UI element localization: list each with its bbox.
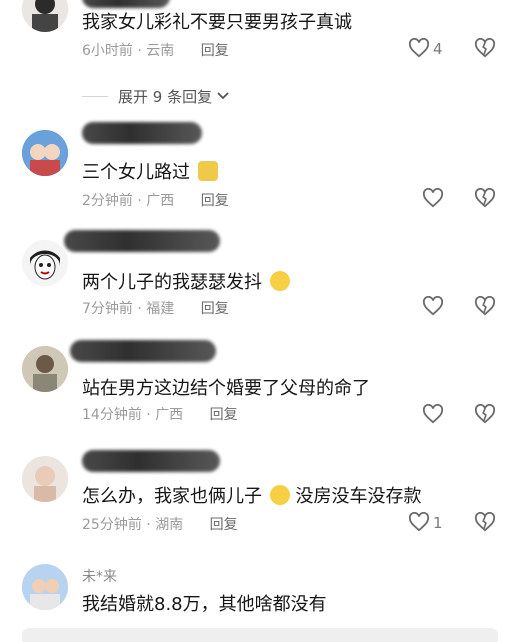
comment-meta: 14分钟前 · 广西 回复 [82,404,238,424]
sticker-icon [197,161,218,181]
reply-button[interactable]: 回复 [210,407,238,423]
comment-location: 湖南 [155,517,184,533]
heart-icon[interactable] [408,512,430,532]
expand-replies-button[interactable]: 展开 9 条回复 [82,84,322,108]
comment-time: 7分钟前 [82,301,133,317]
comment-location: 云南 [146,43,175,59]
comment-location: 广西 [155,407,184,423]
avatar[interactable] [22,564,68,610]
comment-text: 两个儿子的我瑟瑟发抖 [82,268,290,294]
broken-heart-icon[interactable] [474,404,496,424]
comment-text-content: 两个儿子的我瑟瑟发抖 [82,272,262,293]
redacted-username [82,0,170,8]
avatar[interactable] [22,346,68,392]
reply-button[interactable]: 回复 [201,301,229,317]
username[interactable]: 未*来 [82,566,117,586]
emoji-icon [269,271,290,291]
chevron-down-icon [217,92,229,100]
comment-text: 我家女儿彩礼不要只要男孩子真诚 [82,12,352,33]
comment-text-content: 怎么办，我家也俩儿子 [82,486,262,507]
comment-time: 25分钟前 [82,517,142,533]
comment-text: 我结婚就8.8万，其他啥都没有 [82,594,327,615]
expand-replies-label: 展开 9 条回复 [118,87,213,106]
separator: · [137,193,142,209]
comment-time: 6小时前 [82,43,133,59]
comment-meta: 7分钟前 · 福建 回复 [82,298,229,318]
comment-text: 怎么办，我家也俩儿子 没房没车没存款 [82,482,421,508]
comment-meta: 25分钟前 · 湖南 回复 [82,514,238,534]
comment-time: 14分钟前 [82,407,142,423]
comment-text: 三个女儿路过 [82,158,218,184]
separator: · [137,301,142,317]
comment-meta: 6小时前 · 云南 回复 [82,40,229,60]
comment-meta: 2分钟前 · 广西 回复 [82,190,229,210]
comment-time: 2分钟前 [82,193,133,209]
separator: · [137,43,142,59]
comment-location: 广西 [146,193,175,209]
divider [82,95,108,97]
like-count: 1 [433,514,443,532]
heart-icon[interactable] [422,404,444,424]
avatar[interactable] [22,0,68,32]
heart-icon[interactable] [408,38,430,58]
comment-location: 福建 [146,301,175,317]
redacted-username [82,122,202,144]
separator: · [146,407,151,423]
avatar[interactable] [22,240,68,286]
broken-heart-icon[interactable] [474,188,496,208]
broken-heart-icon[interactable] [474,512,496,532]
separator: · [146,517,151,533]
comment-text: 站在男方这边结个婚要了父母的命了 [82,378,370,399]
reply-button[interactable]: 回复 [201,43,229,59]
avatar[interactable] [22,130,68,176]
reply-button[interactable]: 回复 [210,517,238,533]
redacted-username [64,230,220,252]
redacted-username [70,340,216,362]
comment-text-content: 三个女儿路过 [82,162,190,183]
heart-icon[interactable] [422,188,444,208]
broken-heart-icon[interactable] [474,38,496,58]
reply-button[interactable]: 回复 [201,193,229,209]
like-count: 4 [433,40,443,58]
avatar[interactable] [22,456,68,502]
heart-icon[interactable] [422,296,444,316]
comment-text-content-2: 没房没车没存款 [295,486,422,507]
broken-heart-icon[interactable] [474,296,496,316]
laughing-emoji-icon [269,485,290,505]
redacted-username [82,450,220,472]
